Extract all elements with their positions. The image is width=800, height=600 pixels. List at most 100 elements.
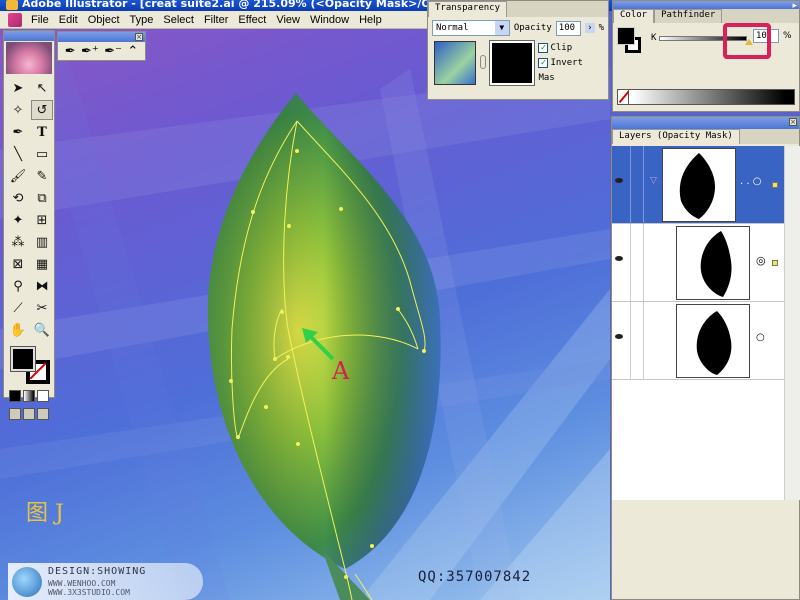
eye-icon[interactable]	[615, 178, 623, 183]
tab-layers[interactable]: Layers (Opacity Mask)	[612, 129, 740, 144]
direct-selection-icon[interactable]: ↖	[31, 78, 53, 98]
pencil-icon[interactable]: ✎	[31, 166, 53, 186]
lock-column[interactable]	[630, 146, 644, 224]
menu-effect[interactable]: Effect	[233, 14, 271, 26]
target-indicator[interactable]: . . ○	[740, 176, 761, 187]
menu-object[interactable]: Object	[83, 14, 125, 26]
fullscreen-icon[interactable]	[37, 408, 49, 420]
none-mode-icon[interactable]	[37, 390, 49, 402]
layer-thumbnail	[676, 304, 750, 378]
eyedropper-icon[interactable]: ⚲	[7, 276, 29, 296]
graph-icon[interactable]: ▥	[31, 232, 53, 252]
magic-wand-icon[interactable]: ✧	[7, 100, 29, 120]
opacity-input[interactable]: 100	[555, 20, 582, 36]
menu-select[interactable]: Select	[158, 14, 199, 26]
color-panel-titlebar[interactable]: ▸	[613, 1, 799, 11]
menu-edit[interactable]: Edit	[54, 14, 83, 26]
blend-icon[interactable]: ⧓	[31, 276, 53, 296]
gradient-icon[interactable]: ▦	[31, 254, 53, 274]
rotate-icon[interactable]: ⟲	[7, 188, 29, 208]
mesh-icon[interactable]: ⊠	[7, 254, 29, 274]
rectangle-icon[interactable]: ▭	[31, 144, 53, 164]
layer-row[interactable]: ○	[612, 302, 784, 380]
symbol-sprayer-icon[interactable]: ⁂	[7, 232, 29, 252]
logo-globe-icon	[12, 567, 42, 597]
menu-help[interactable]: Help	[354, 14, 387, 26]
pen-tool-row: ✒ ✒⁺ ✒⁻ ⌃	[58, 42, 145, 61]
menu-filter[interactable]: Filter	[199, 14, 233, 26]
standard-screen-icon[interactable]	[9, 408, 21, 420]
scissors-icon[interactable]: ✂	[31, 298, 53, 318]
clip-option[interactable]: ✓ Clip	[538, 41, 602, 56]
opacity-mask-thumbnail[interactable]	[489, 40, 536, 86]
pen-icon[interactable]: ✒	[7, 122, 29, 142]
target-indicator[interactable]: ○	[756, 332, 765, 343]
expand-triangle-icon[interactable]: ▽	[650, 176, 657, 186]
delete-anchor-icon[interactable]: ✒⁻	[104, 44, 122, 59]
tab-transparency[interactable]: Transparency	[428, 1, 508, 17]
eye-icon[interactable]	[615, 256, 623, 261]
zoom-icon[interactable]: 🔍	[31, 320, 53, 340]
tab-color[interactable]: Color	[613, 9, 655, 23]
invert-mask-checkbox[interactable]: ✓	[538, 57, 549, 68]
tab-pathfinder[interactable]: Pathfinder	[654, 9, 723, 23]
k-unit: %	[783, 31, 792, 41]
selection-square[interactable]	[772, 182, 778, 188]
document-icon[interactable]	[8, 12, 22, 27]
color-mode-icon[interactable]	[9, 390, 21, 402]
layer-row[interactable]: ◎	[612, 224, 784, 302]
menu-type[interactable]: Type	[125, 14, 159, 26]
fill-swatch[interactable]	[617, 27, 635, 45]
blend-mode-value: Normal	[436, 23, 469, 33]
menu-window[interactable]: Window	[305, 14, 354, 26]
leaf-silhouette	[696, 311, 732, 375]
pen-palette-titlebar[interactable]: ×	[58, 32, 145, 42]
layer-row[interactable]: ▽ . . ○	[612, 146, 784, 224]
close-icon[interactable]: ×	[789, 118, 797, 126]
line-icon[interactable]: ╲	[7, 144, 29, 164]
add-anchor-icon[interactable]: ✒⁺	[81, 44, 99, 59]
color-ramp[interactable]	[617, 89, 795, 105]
artwork-thumbnail[interactable]	[434, 41, 477, 85]
chevron-down-icon[interactable]: ▼	[494, 21, 509, 35]
chevron-right-icon[interactable]: ›	[585, 23, 595, 33]
menu-file[interactable]: File	[26, 14, 54, 26]
convert-anchor-icon[interactable]: ⌃	[127, 44, 138, 59]
lasso-icon[interactable]: ↺	[31, 100, 53, 120]
hand-icon[interactable]: ✋	[7, 320, 29, 340]
gradient-mode-icon[interactable]	[23, 390, 35, 402]
adobe-flower-logo	[6, 42, 52, 74]
artboard-canvas[interactable]: A 图 J DESIGN:SHOWING WWW.WENHOO.COM WWW.…	[0, 29, 610, 600]
lock-column[interactable]	[630, 224, 644, 302]
selection-icon[interactable]: ➤	[7, 78, 29, 98]
eye-icon[interactable]	[615, 334, 623, 339]
invert-option[interactable]: ✓ Invert Mas	[538, 56, 602, 86]
paintbrush-icon[interactable]: 🖌	[7, 166, 29, 186]
slice-icon[interactable]: ⟋	[7, 298, 29, 318]
fill-swatch[interactable]	[10, 346, 36, 372]
pen-icon[interactable]: ✒	[65, 44, 76, 59]
link-icon[interactable]	[480, 55, 487, 69]
clip-checkbox[interactable]: ✓	[538, 42, 549, 53]
color-fill-stroke	[617, 27, 643, 53]
color-panel: ▸ Color Pathfinder K 10 %	[612, 0, 800, 112]
pen-tools-palette: × ✒ ✒⁺ ✒⁻ ⌃	[57, 31, 146, 61]
layers-scrollbar[interactable]	[784, 146, 800, 500]
menu-view[interactable]: View	[271, 14, 305, 26]
selection-square[interactable]	[772, 260, 778, 266]
free-transform-icon[interactable]: ⊞	[31, 210, 53, 230]
scale-icon[interactable]: ⧉	[31, 188, 53, 208]
blend-mode-select[interactable]: Normal ▼	[432, 20, 510, 36]
close-icon[interactable]: ×	[135, 33, 143, 41]
type-icon[interactable]: T	[31, 122, 53, 142]
warp-icon[interactable]: ✦	[7, 210, 29, 230]
fullscreen-menu-icon[interactable]	[23, 408, 35, 420]
toolbox-titlebar[interactable]	[4, 31, 54, 41]
lock-column[interactable]	[630, 302, 644, 380]
clip-label: Clip	[550, 43, 573, 53]
target-indicator[interactable]: ◎	[756, 254, 766, 267]
panel-menu-icon[interactable]: ▸	[792, 1, 797, 11]
opacity-unit: %	[598, 23, 604, 33]
none-swatch[interactable]	[617, 89, 629, 105]
layers-titlebar[interactable]: ×	[612, 117, 799, 129]
